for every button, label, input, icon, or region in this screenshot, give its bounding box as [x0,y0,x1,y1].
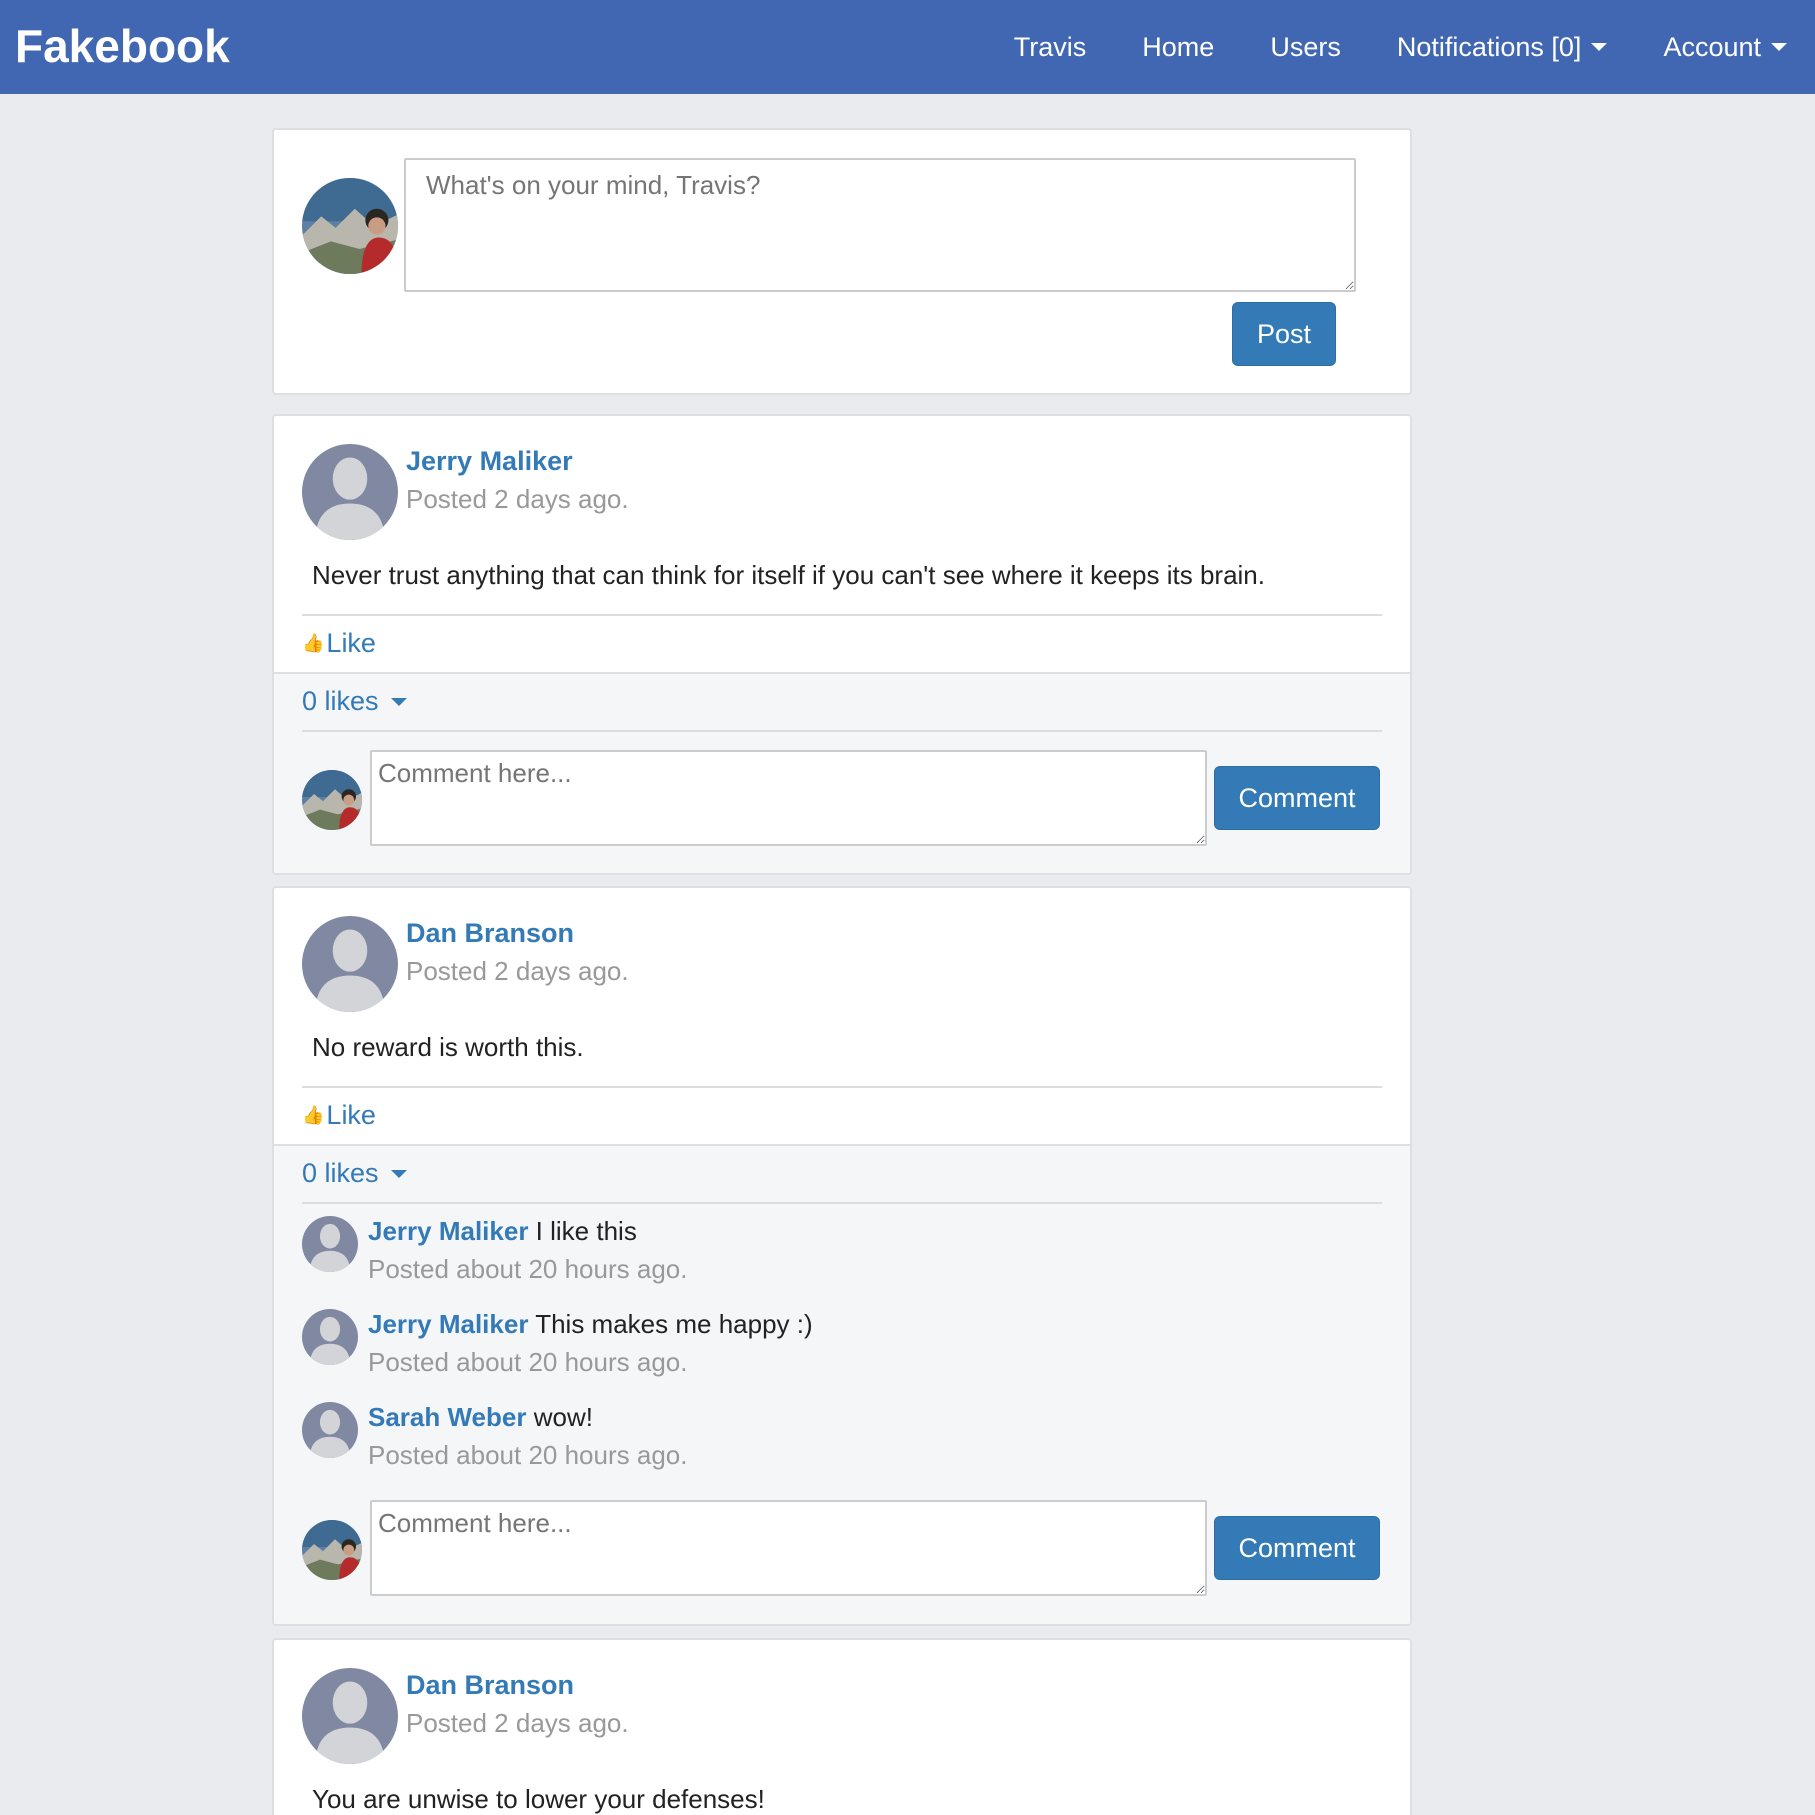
like-button[interactable]: 👍 Like [302,628,376,659]
post-card: Jerry Maliker Posted 2 days ago. Never t… [272,414,1412,875]
comment-timestamp: Posted about 20 hours ago. [368,1254,688,1284]
current-user-avatar[interactable] [302,770,362,830]
comment-input[interactable] [370,1500,1207,1596]
comment-body: wow! [526,1402,593,1432]
comment-text: Sarah Weber wow! [368,1402,593,1433]
divider [302,730,1382,732]
likes-count: 0 likes [302,686,379,716]
comment-author-link[interactable]: Jerry Maliker [368,1216,528,1246]
thumbs-up-icon: 👍 [302,633,325,653]
caret-down-icon [390,697,407,706]
divider [302,1202,1382,1204]
nav-items: Travis Home Users Notifications [0] Acco… [986,0,1815,94]
new-post-input[interactable] [404,158,1356,292]
comment-text: Jerry Maliker This makes me happy :) [368,1309,813,1340]
post-author-link[interactable]: Dan Branson [406,918,574,949]
post-body: You are unwise to lower your defenses! [312,1784,765,1814]
post-author-link[interactable]: Jerry Maliker [406,446,573,477]
current-user-avatar[interactable] [302,178,398,274]
comment-button[interactable]: Comment [1214,766,1380,830]
commenter-avatar[interactable] [302,1402,358,1458]
like-label: Like [326,628,376,658]
likes-toggle[interactable]: 0 likes [302,686,407,717]
post-body: No reward is worth this. [312,1032,584,1062]
author-avatar[interactable] [302,1668,398,1764]
comment-text: Jerry Maliker I like this [368,1216,637,1247]
nav-item-home[interactable]: Home [1114,0,1242,94]
comment-author-link[interactable]: Jerry Maliker [368,1309,528,1339]
comment-timestamp: Posted about 20 hours ago. [368,1440,688,1470]
author-avatar[interactable] [302,444,398,540]
divider [302,1086,1382,1088]
post-card: Dan Branson Posted 2 days ago. You are u… [272,1638,1412,1815]
comment-body: I like this [528,1216,637,1246]
likes-count: 0 likes [302,1158,379,1188]
comment-timestamp: Posted about 20 hours ago. [368,1347,688,1377]
post-button[interactable]: Post [1232,302,1336,366]
top-navbar: Fakebook Travis Home Users Notifications… [0,0,1815,94]
post-timestamp: Posted 2 days ago. [406,484,629,514]
caret-down-icon [1771,43,1787,51]
account-label: Account [1663,31,1761,62]
like-label: Like [326,1100,376,1130]
like-button[interactable]: 👍 Like [302,1100,376,1131]
comment-button[interactable]: Comment [1214,1516,1380,1580]
post-timestamp: Posted 2 days ago. [406,956,629,986]
notifications-label: Notifications [0] [1396,31,1582,62]
current-user-avatar[interactable] [302,1520,362,1580]
nav-item-account[interactable]: Account [1635,0,1815,94]
comment-input[interactable] [370,750,1207,846]
post-body: Never trust anything that can think for … [312,560,1265,590]
comment-author-link[interactable]: Sarah Weber [368,1402,526,1432]
post-timestamp: Posted 2 days ago. [406,1708,629,1738]
new-post-panel: Post [272,128,1412,395]
commenter-avatar[interactable] [302,1216,358,1272]
post-footer: 0 likes Comment [274,672,1410,873]
nav-item-users[interactable]: Users [1242,0,1369,94]
comment-body: This makes me happy :) [528,1309,813,1339]
thumbs-up-icon: 👍 [302,1105,325,1125]
post-author-link[interactable]: Dan Branson [406,1670,574,1701]
post-footer: 0 likes Jerry Maliker I like this Posted… [274,1144,1410,1624]
nav-item-notifications[interactable]: Notifications [0] [1369,0,1636,94]
commenter-avatar[interactable] [302,1309,358,1365]
nav-item-profile[interactable]: Travis [986,0,1115,94]
divider [302,614,1382,616]
likes-toggle[interactable]: 0 likes [302,1158,407,1189]
brand-logo[interactable]: Fakebook [15,18,230,74]
caret-down-icon [1591,43,1608,51]
author-avatar[interactable] [302,916,398,1012]
post-card: Dan Branson Posted 2 days ago. No reward… [272,886,1412,1626]
caret-down-icon [390,1169,407,1178]
